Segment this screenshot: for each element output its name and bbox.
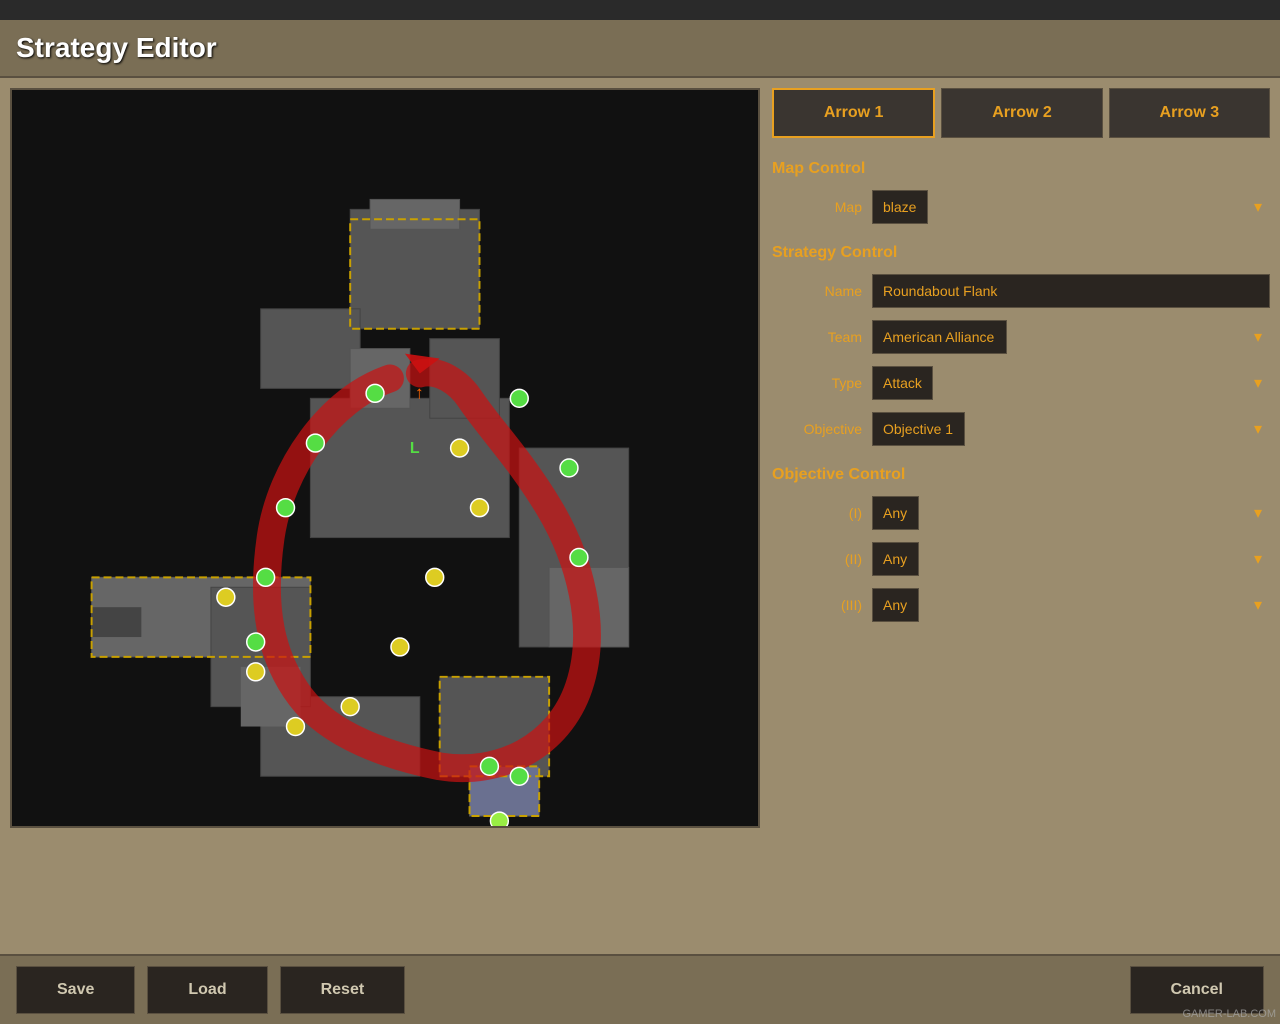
objective-select-wrapper: Objective 1: [872, 412, 1270, 446]
arrow-2-button[interactable]: Arrow 2: [941, 88, 1102, 138]
arrow-buttons: Arrow 1 Arrow 2 Arrow 3: [772, 88, 1270, 138]
type-label: Type: [772, 375, 862, 391]
obj-iii-row: (III) Any: [772, 588, 1270, 622]
obj-ii-select[interactable]: Any: [872, 542, 919, 576]
map-select-wrapper: blaze: [872, 190, 1270, 224]
page-title: Strategy Editor: [16, 32, 1264, 64]
arrow-1-button[interactable]: Arrow 1: [772, 88, 935, 138]
objective-control-label: Objective Control: [772, 466, 1270, 484]
team-label: Team: [772, 329, 862, 345]
obj-iii-select-wrapper: Any: [872, 588, 1270, 622]
obj-i-select-wrapper: Any: [872, 496, 1270, 530]
name-input[interactable]: [872, 274, 1270, 308]
load-button[interactable]: Load: [147, 966, 267, 1014]
map-control-label: Map Control: [772, 160, 1270, 178]
obj-ii-row: (II) Any: [772, 542, 1270, 576]
obj-ii-label: (II): [772, 551, 862, 567]
obj-iii-label: (III): [772, 597, 862, 613]
obj-i-row: (I) Any: [772, 496, 1270, 530]
title-bar: Strategy Editor: [0, 20, 1280, 78]
content-area: ↑ L Arrow 1 Arrow 2 Arrow 3 Map Control …: [0, 78, 1280, 954]
watermark: GAMER-LAB.COM: [1182, 1008, 1276, 1020]
obj-i-select[interactable]: Any: [872, 496, 919, 530]
svg-text:L: L: [410, 440, 420, 457]
svg-text:↑: ↑: [415, 382, 424, 402]
team-select-wrapper: American Alliance: [872, 320, 1270, 354]
cancel-button[interactable]: Cancel: [1130, 966, 1264, 1014]
type-control-row: Type Attack: [772, 366, 1270, 400]
obj-iii-select[interactable]: Any: [872, 588, 919, 622]
strategy-control-label: Strategy Control: [772, 244, 1270, 262]
obj-i-label: (I): [772, 505, 862, 521]
save-button[interactable]: Save: [16, 966, 135, 1014]
objective-control-row: Objective Objective 1: [772, 412, 1270, 446]
name-label: Name: [772, 283, 862, 299]
footer-bar: Save Load Reset Cancel GAMER-LAB.COM: [0, 954, 1280, 1024]
map-section: ↑ L: [10, 88, 760, 944]
map-canvas[interactable]: ↑ L: [10, 88, 760, 828]
name-control-row: Name: [772, 274, 1270, 308]
team-select[interactable]: American Alliance: [872, 320, 1007, 354]
objective-label: Objective: [772, 421, 862, 437]
arrow-3-button[interactable]: Arrow 3: [1109, 88, 1270, 138]
team-control-row: Team American Alliance: [772, 320, 1270, 354]
reset-button[interactable]: Reset: [280, 966, 406, 1014]
right-panel: Arrow 1 Arrow 2 Arrow 3 Map Control Map …: [772, 88, 1270, 944]
objective-select[interactable]: Objective 1: [872, 412, 965, 446]
map-label: Map: [772, 199, 862, 215]
obj-ii-select-wrapper: Any: [872, 542, 1270, 576]
main-container: Strategy Editor: [0, 20, 1280, 1024]
type-select-wrapper: Attack: [872, 366, 1270, 400]
type-select[interactable]: Attack: [872, 366, 933, 400]
map-control-row: Map blaze: [772, 190, 1270, 224]
top-bar: [0, 0, 1280, 20]
map-select[interactable]: blaze: [872, 190, 928, 224]
